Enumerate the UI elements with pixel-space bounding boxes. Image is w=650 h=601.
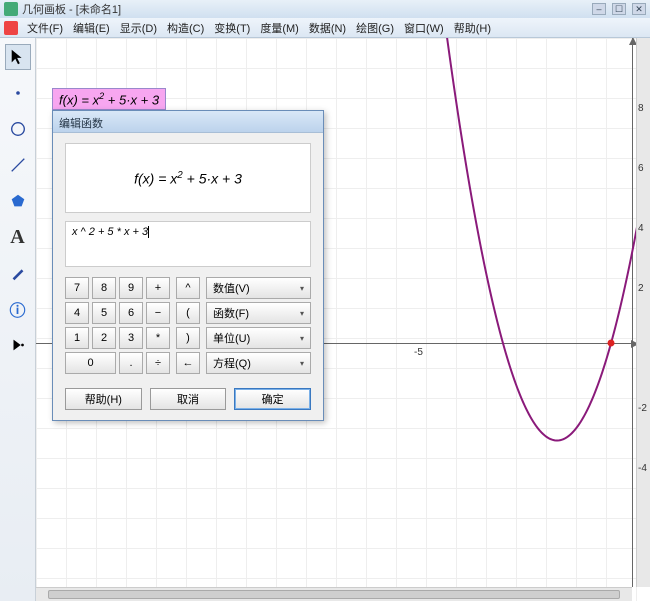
chevron-down-icon: ▾ <box>300 309 304 318</box>
y-tick-label: -2 <box>638 403 647 414</box>
tool-circle[interactable] <box>5 116 31 142</box>
ok-button[interactable]: 确定 <box>234 388 311 410</box>
menu-edit[interactable]: 编辑(E) <box>68 18 115 38</box>
tool-text[interactable]: A <box>5 224 31 250</box>
menu-help[interactable]: 帮助(H) <box>449 18 496 38</box>
workarea: A ⓘ f(x) = x2 + 5·x + 3 编辑函数 f(x) = x2 +… <box>0 38 650 601</box>
tool-custom[interactable] <box>5 332 31 358</box>
key-3[interactable]: 3 <box>119 327 143 349</box>
dialog-title[interactable]: 编辑函数 <box>53 111 323 133</box>
menu-measure[interactable]: 度量(M) <box>255 18 304 38</box>
btn-function[interactable]: 函数(F)▾ <box>206 302 311 324</box>
mdi-icon <box>4 21 18 35</box>
key-div[interactable]: ÷ <box>146 352 170 374</box>
app-icon <box>4 2 18 16</box>
key-caret[interactable]: ^ <box>176 277 200 299</box>
menu-transform[interactable]: 变换(T) <box>209 18 255 38</box>
menu-graph[interactable]: 绘图(G) <box>351 18 399 38</box>
y-tick-label: 6 <box>638 163 644 174</box>
y-tick-label: 2 <box>638 283 644 294</box>
menu-number[interactable]: 数据(N) <box>304 18 351 38</box>
canvas[interactable]: f(x) = x2 + 5·x + 3 编辑函数 f(x) = x2 + 5·x… <box>36 38 650 601</box>
plot-point[interactable] <box>608 340 615 347</box>
menu-construct[interactable]: 构造(C) <box>162 18 209 38</box>
tool-select[interactable] <box>5 44 31 70</box>
key-0[interactable]: 0 <box>65 352 116 374</box>
key-dot[interactable]: . <box>119 352 143 374</box>
key-back[interactable]: ← <box>176 352 200 374</box>
ops-col: ^ ( ) ← <box>176 277 200 374</box>
menu-display[interactable]: 显示(D) <box>115 18 162 38</box>
key-7[interactable]: 7 <box>65 277 89 299</box>
expression-input[interactable]: x ^ 2 + 5 * x + 3 <box>65 221 311 267</box>
tool-polygon[interactable] <box>5 188 31 214</box>
key-minus[interactable]: − <box>146 302 170 324</box>
function-label[interactable]: f(x) = x2 + 5·x + 3 <box>52 88 166 110</box>
btn-unit[interactable]: 单位(U)▾ <box>206 327 311 349</box>
tool-point[interactable] <box>5 80 31 106</box>
function-curve <box>392 38 650 440</box>
func-buttons: 数值(V)▾ 函数(F)▾ 单位(U)▾ 方程(Q)▾ <box>206 277 311 374</box>
menu-file[interactable]: 文件(F) <box>22 18 68 38</box>
btn-equation[interactable]: 方程(Q)▾ <box>206 352 311 374</box>
btn-value[interactable]: 数值(V)▾ <box>206 277 311 299</box>
key-times[interactable]: * <box>146 327 170 349</box>
key-6[interactable]: 6 <box>119 302 143 324</box>
key-lparen[interactable]: ( <box>176 302 200 324</box>
horizontal-scrollbar[interactable] <box>36 587 632 601</box>
scroll-thumb[interactable] <box>48 590 620 599</box>
key-4[interactable]: 4 <box>65 302 89 324</box>
cancel-button[interactable]: 取消 <box>150 388 227 410</box>
toolbar: A ⓘ <box>0 38 36 601</box>
y-tick-label: 8 <box>638 103 644 114</box>
key-2[interactable]: 2 <box>92 327 116 349</box>
help-button[interactable]: 帮助(H) <box>65 388 142 410</box>
minimize-button[interactable]: – <box>592 3 606 15</box>
maximize-button[interactable]: ☐ <box>612 3 626 15</box>
chevron-down-icon: ▾ <box>300 359 304 368</box>
key-rparen[interactable]: ) <box>176 327 200 349</box>
chevron-down-icon: ▾ <box>300 334 304 343</box>
tool-info[interactable]: ⓘ <box>5 296 31 322</box>
chevron-down-icon: ▾ <box>300 284 304 293</box>
titlebar: 几何画板 - [未命名1] – ☐ ✕ <box>0 0 650 18</box>
function-preview: f(x) = x2 + 5·x + 3 <box>65 143 311 213</box>
keypad: 7 8 9 + 4 5 6 − 1 2 3 * 0 . ÷ <box>65 277 170 374</box>
y-tick-label: -4 <box>638 463 647 474</box>
key-9[interactable]: 9 <box>119 277 143 299</box>
tool-line[interactable] <box>5 152 31 178</box>
key-8[interactable]: 8 <box>92 277 116 299</box>
x-tick-label: -5 <box>414 347 423 358</box>
window-controls: – ☐ ✕ <box>592 3 646 15</box>
key-plus[interactable]: + <box>146 277 170 299</box>
app-title: 几何画板 - [未命名1] <box>22 1 121 17</box>
tool-marker[interactable] <box>5 260 31 286</box>
key-1[interactable]: 1 <box>65 327 89 349</box>
vertical-scrollbar[interactable] <box>636 38 650 587</box>
close-button[interactable]: ✕ <box>632 3 646 15</box>
key-5[interactable]: 5 <box>92 302 116 324</box>
menu-window[interactable]: 窗口(W) <box>399 18 449 38</box>
y-tick-label: 4 <box>638 223 644 234</box>
edit-function-dialog: 编辑函数 f(x) = x2 + 5·x + 3 x ^ 2 + 5 * x +… <box>52 110 324 421</box>
menubar: 文件(F) 编辑(E) 显示(D) 构造(C) 变换(T) 度量(M) 数据(N… <box>0 18 650 38</box>
